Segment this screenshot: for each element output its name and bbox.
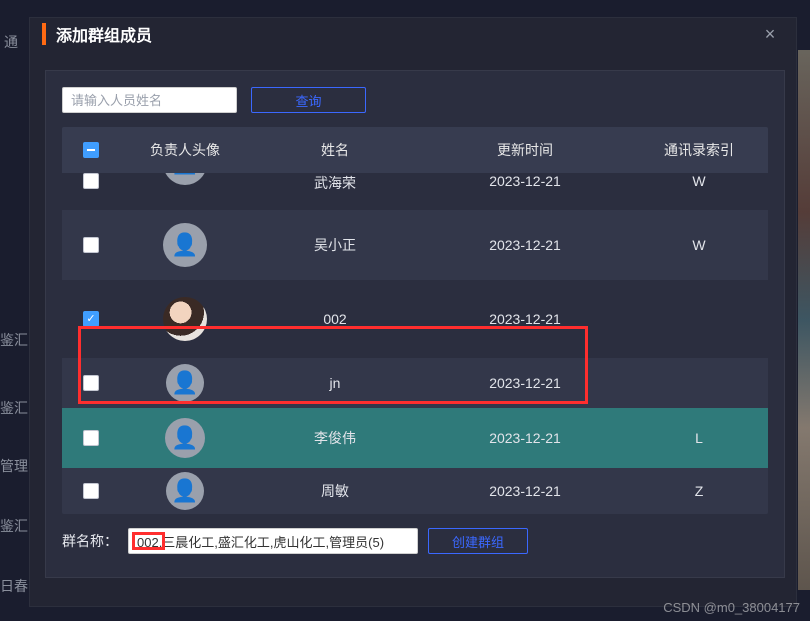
cell-name: 李俊伟 bbox=[250, 428, 420, 448]
footer-row: 群名称： 创建群组 bbox=[62, 528, 768, 554]
avatar: 👤 bbox=[163, 173, 207, 185]
th-name: 姓名 bbox=[250, 140, 420, 160]
table-row[interactable]: 👤 周敏 2023-12-21 Z bbox=[62, 468, 768, 514]
bg-sidebar-2: 鉴汇 bbox=[0, 330, 28, 350]
bg-sidebar-1: 通 bbox=[4, 32, 18, 52]
row-checkbox[interactable] bbox=[83, 375, 99, 391]
table-row[interactable]: 👤 武海荣 2023-12-21 W bbox=[62, 173, 768, 210]
table-body[interactable]: 👤 武海荣 2023-12-21 W 👤 吴小正 2023-12-21 W bbox=[62, 173, 768, 514]
select-all-checkbox[interactable] bbox=[83, 142, 99, 158]
person-icon: 👤 bbox=[171, 425, 198, 451]
table-header: 负责人头像 姓名 更新时间 通讯录索引 bbox=[62, 127, 768, 173]
cell-index: L bbox=[630, 430, 768, 446]
cell-updated: 2023-12-21 bbox=[420, 173, 630, 189]
bg-sidebar-5: 鉴汇 bbox=[0, 516, 28, 536]
person-icon: 👤 bbox=[171, 173, 198, 176]
cell-index: Z bbox=[630, 483, 768, 499]
bg-sidebar-3: 鉴汇 bbox=[0, 398, 28, 418]
group-name-input[interactable] bbox=[128, 528, 418, 554]
cell-index: W bbox=[630, 237, 768, 253]
row-checkbox[interactable] bbox=[83, 430, 99, 446]
table-row[interactable]: 👤 李俊伟 2023-12-21 L bbox=[62, 408, 768, 468]
avatar bbox=[163, 297, 207, 341]
person-icon: 👤 bbox=[171, 232, 198, 258]
person-icon: 👤 bbox=[171, 478, 198, 504]
table-row[interactable]: 👤 jn 2023-12-21 bbox=[62, 358, 768, 408]
cell-name: 周敏 bbox=[250, 481, 420, 501]
row-checkbox[interactable] bbox=[83, 173, 99, 189]
modal-body: 查询 负责人头像 姓名 更新时间 通讯录索引 👤 武海荣 2023-12-21 bbox=[45, 70, 785, 578]
cell-index: W bbox=[630, 173, 768, 189]
row-checkbox[interactable] bbox=[83, 483, 99, 499]
create-group-button[interactable]: 创建群组 bbox=[428, 528, 528, 554]
avatar: 👤 bbox=[166, 472, 204, 510]
th-index: 通讯录索引 bbox=[630, 140, 768, 160]
person-icon: 👤 bbox=[171, 370, 198, 396]
table-row[interactable]: 002 2023-12-21 bbox=[62, 280, 768, 358]
bg-sidebar-6: 日春 bbox=[0, 576, 28, 596]
query-button[interactable]: 查询 bbox=[251, 87, 366, 113]
avatar: 👤 bbox=[166, 364, 204, 402]
close-icon[interactable]: × bbox=[760, 24, 780, 44]
bg-sidebar-4: 管理 bbox=[0, 456, 28, 476]
modal-title: 添加群组成员 bbox=[56, 22, 152, 46]
cell-updated: 2023-12-21 bbox=[420, 430, 630, 446]
table-row[interactable]: 👤 吴小正 2023-12-21 W bbox=[62, 210, 768, 280]
cell-name: jn bbox=[250, 375, 420, 391]
group-name-label: 群名称： bbox=[62, 531, 118, 551]
row-checkbox[interactable] bbox=[83, 311, 99, 327]
cell-updated: 2023-12-21 bbox=[420, 483, 630, 499]
avatar: 👤 bbox=[165, 418, 205, 458]
accent-bar bbox=[42, 23, 46, 45]
row-checkbox[interactable] bbox=[83, 237, 99, 253]
th-avatar: 负责人头像 bbox=[120, 140, 250, 160]
cell-name: 武海荣 bbox=[250, 173, 420, 193]
cell-name: 002 bbox=[250, 311, 420, 327]
modal-header: 添加群组成员 × bbox=[30, 18, 796, 50]
background-strip bbox=[798, 50, 810, 590]
cell-updated: 2023-12-21 bbox=[420, 311, 630, 327]
avatar: 👤 bbox=[163, 223, 207, 267]
cell-updated: 2023-12-21 bbox=[420, 375, 630, 391]
th-updated: 更新时间 bbox=[420, 140, 630, 160]
search-row: 查询 bbox=[62, 87, 768, 113]
cell-name: 吴小正 bbox=[250, 235, 420, 255]
members-table: 负责人头像 姓名 更新时间 通讯录索引 👤 武海荣 2023-12-21 W 👤 bbox=[62, 127, 768, 514]
cell-updated: 2023-12-21 bbox=[420, 237, 630, 253]
add-group-member-modal: 添加群组成员 × 查询 负责人头像 姓名 更新时间 通讯录索引 👤 bbox=[29, 17, 797, 607]
search-input[interactable] bbox=[62, 87, 237, 113]
